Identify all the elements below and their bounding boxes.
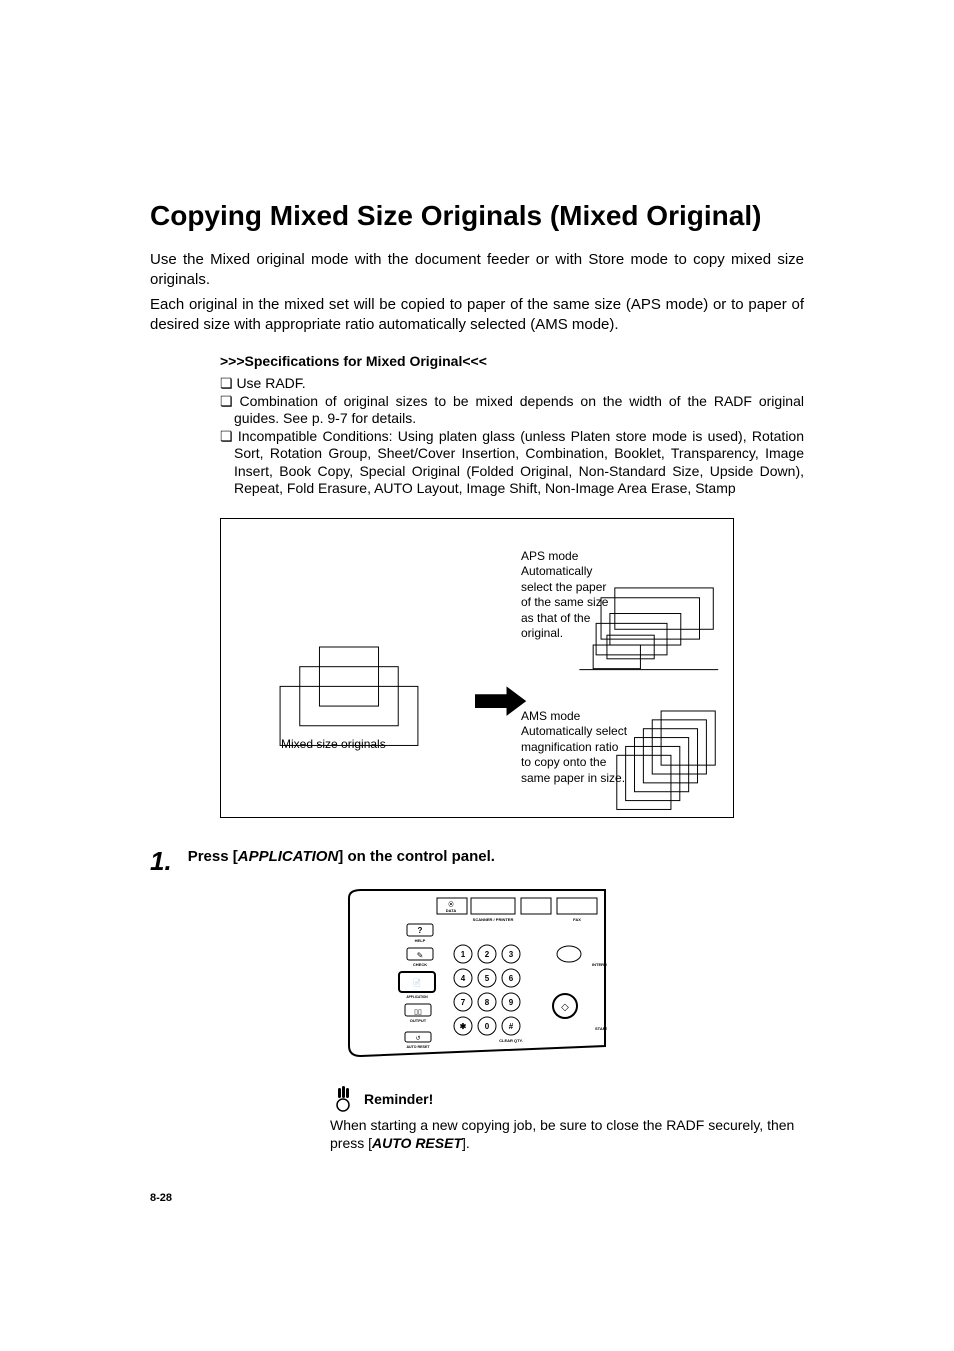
spec-item-2: ❏ Combination of original sizes to be mi… xyxy=(220,393,804,428)
intro-paragraph-1: Use the Mixed original mode with the doc… xyxy=(150,250,804,291)
diagram-ams-text: AMS mode Automatically select magnificat… xyxy=(521,709,627,787)
spec-heading: >>>Specifications for Mixed Original<<< xyxy=(220,353,804,369)
diagram-mixed-label: Mixed size originals xyxy=(281,737,386,753)
page-number: 8-28 xyxy=(150,1192,804,1204)
step-1: 1. Press [APPLICATION] on the control pa… xyxy=(150,848,804,874)
reminder-icon xyxy=(330,1086,356,1112)
svg-text:▯▯: ▯▯ xyxy=(414,1009,422,1016)
svg-text:⦿: ⦿ xyxy=(448,901,453,908)
svg-text:✎: ✎ xyxy=(417,951,424,960)
panel-key-7: 7 xyxy=(461,998,466,1007)
svg-text:↺: ↺ xyxy=(415,1035,420,1042)
panel-autoreset-label: AUTO RESET xyxy=(406,1045,430,1049)
svg-text:📄: 📄 xyxy=(413,978,422,987)
intro-paragraph-2: Each original in the mixed set will be c… xyxy=(150,295,804,336)
panel-start-label: START xyxy=(595,1026,607,1031)
panel-help-label: HELP xyxy=(415,938,426,943)
reminder-text: When starting a new copying job, be sure… xyxy=(330,1116,804,1152)
step-1-number: 1. xyxy=(150,848,172,874)
diagram-svg xyxy=(221,519,733,814)
panel-clear-label: CLEAR QTY. xyxy=(499,1038,523,1043)
diagram-aps-text: APS mode Automatically select the paper … xyxy=(521,549,608,643)
panel-check-label: CHECK xyxy=(413,962,427,967)
svg-text:?: ? xyxy=(418,926,423,935)
panel-fax-label: FAX xyxy=(573,917,581,922)
panel-application-label: APPLICATION xyxy=(406,995,428,999)
reminder-row: Reminder! xyxy=(330,1086,804,1112)
reminder-text-btn: AUTO RESET xyxy=(372,1135,462,1151)
panel-key-1: 1 xyxy=(461,950,466,959)
step-1-suffix: ] on the control panel. xyxy=(338,848,495,865)
panel-key-hash: # xyxy=(509,1022,514,1031)
step-1-button: APPLICATION xyxy=(238,848,339,865)
panel-key-star: ✱ xyxy=(460,1022,467,1031)
control-panel-figure: ⦿ DATA SCANNER / PRINTER FAX ? HELP ✎ CH… xyxy=(150,888,804,1058)
panel-key-2: 2 xyxy=(485,950,490,959)
panel-interrupt-label: INTERRUPT xyxy=(592,962,607,967)
panel-data-label: DATA xyxy=(446,908,457,913)
panel-scanner-label: SCANNER / PRINTER xyxy=(473,917,514,922)
panel-key-0: 0 xyxy=(485,1022,490,1031)
control-panel-svg: ⦿ DATA SCANNER / PRINTER FAX ? HELP ✎ CH… xyxy=(347,888,607,1058)
reminder-text-post: ]. xyxy=(462,1135,470,1151)
reminder-label: Reminder! xyxy=(364,1091,433,1107)
svg-text:◇: ◇ xyxy=(561,1002,569,1013)
panel-key-6: 6 xyxy=(509,974,514,983)
step-1-prefix: Press [ xyxy=(188,848,238,865)
page-title: Copying Mixed Size Originals (Mixed Orig… xyxy=(150,200,804,232)
panel-key-5: 5 xyxy=(485,974,490,983)
panel-key-8: 8 xyxy=(485,998,490,1007)
panel-key-3: 3 xyxy=(509,950,514,959)
mode-diagram: Mixed size originals APS mode Automatica… xyxy=(220,518,734,818)
panel-output-label: OUTPUT xyxy=(410,1018,427,1023)
spec-item-3: ❏ Incompatible Conditions: Using platen … xyxy=(220,428,804,498)
spec-block: >>>Specifications for Mixed Original<<< … xyxy=(220,353,804,498)
panel-key-9: 9 xyxy=(509,998,514,1007)
panel-key-4: 4 xyxy=(461,974,466,983)
spec-item-1: ❏ Use RADF. xyxy=(220,375,804,393)
step-1-text: Press [APPLICATION] on the control panel… xyxy=(188,848,495,865)
